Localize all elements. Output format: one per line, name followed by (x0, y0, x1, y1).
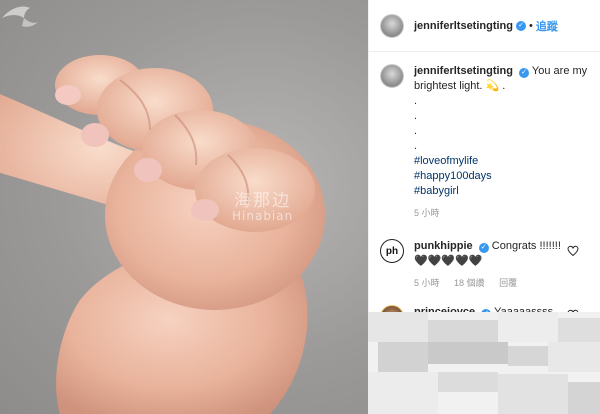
comment-timestamp[interactable]: 5 小時 (414, 278, 440, 288)
hashtag-link[interactable]: #loveofmylife (414, 154, 589, 169)
verified-badge-icon: ✓ (519, 68, 530, 78)
hashtag-link[interactable]: #happy100days (414, 169, 589, 184)
post-content: jenniferltsetingting ✓ You are my bright… (369, 52, 600, 335)
caption-username[interactable]: jenniferltsetingting (414, 65, 513, 77)
separator-dot: • (529, 19, 533, 32)
verified-badge-icon: ✓ (516, 20, 526, 31)
author-avatar[interactable] (380, 13, 404, 38)
like-heart-icon[interactable] (567, 245, 579, 257)
reply-button[interactable]: 回覆 (499, 278, 517, 288)
post-photo[interactable]: 海那边 Hinabian (0, 0, 368, 414)
caption-meta: 5 小時 (414, 206, 589, 221)
watermark-bird-icon (2, 6, 38, 27)
author-username[interactable]: jenniferltsetingting (414, 20, 513, 32)
commenter-username[interactable]: punkhippie (414, 240, 473, 252)
caption-dot: . (414, 140, 418, 152)
caption-dot: . (414, 125, 418, 137)
comment-item: ph punkhippie ✓ Congrats !!!!!!! 🖤🖤🖤🖤🖤 5… (380, 239, 589, 291)
verified-badge-icon: ✓ (478, 243, 489, 253)
baby-hand-image (0, 55, 325, 414)
caption-dot: . (414, 110, 418, 122)
caption-dot: . (414, 95, 418, 107)
caption-block: jenniferltsetingting ✓ You are my bright… (380, 64, 589, 221)
commenter-avatar[interactable]: ph (380, 239, 404, 263)
comment-meta: 5 小時 18 個讚 回覆 (414, 276, 573, 291)
follow-button[interactable]: 追蹤 (536, 18, 558, 34)
comment-likes[interactable]: 18 個讚 (454, 278, 485, 288)
caption-timestamp[interactable]: 5 小時 (414, 208, 440, 218)
hashtag-link[interactable]: #babygirl (414, 184, 589, 199)
caption-avatar[interactable] (380, 64, 404, 88)
pixelated-redaction (368, 312, 600, 414)
avatar-initials: ph (385, 245, 399, 257)
post-header: jenniferltsetingting ✓ • 追蹤 (369, 0, 600, 52)
